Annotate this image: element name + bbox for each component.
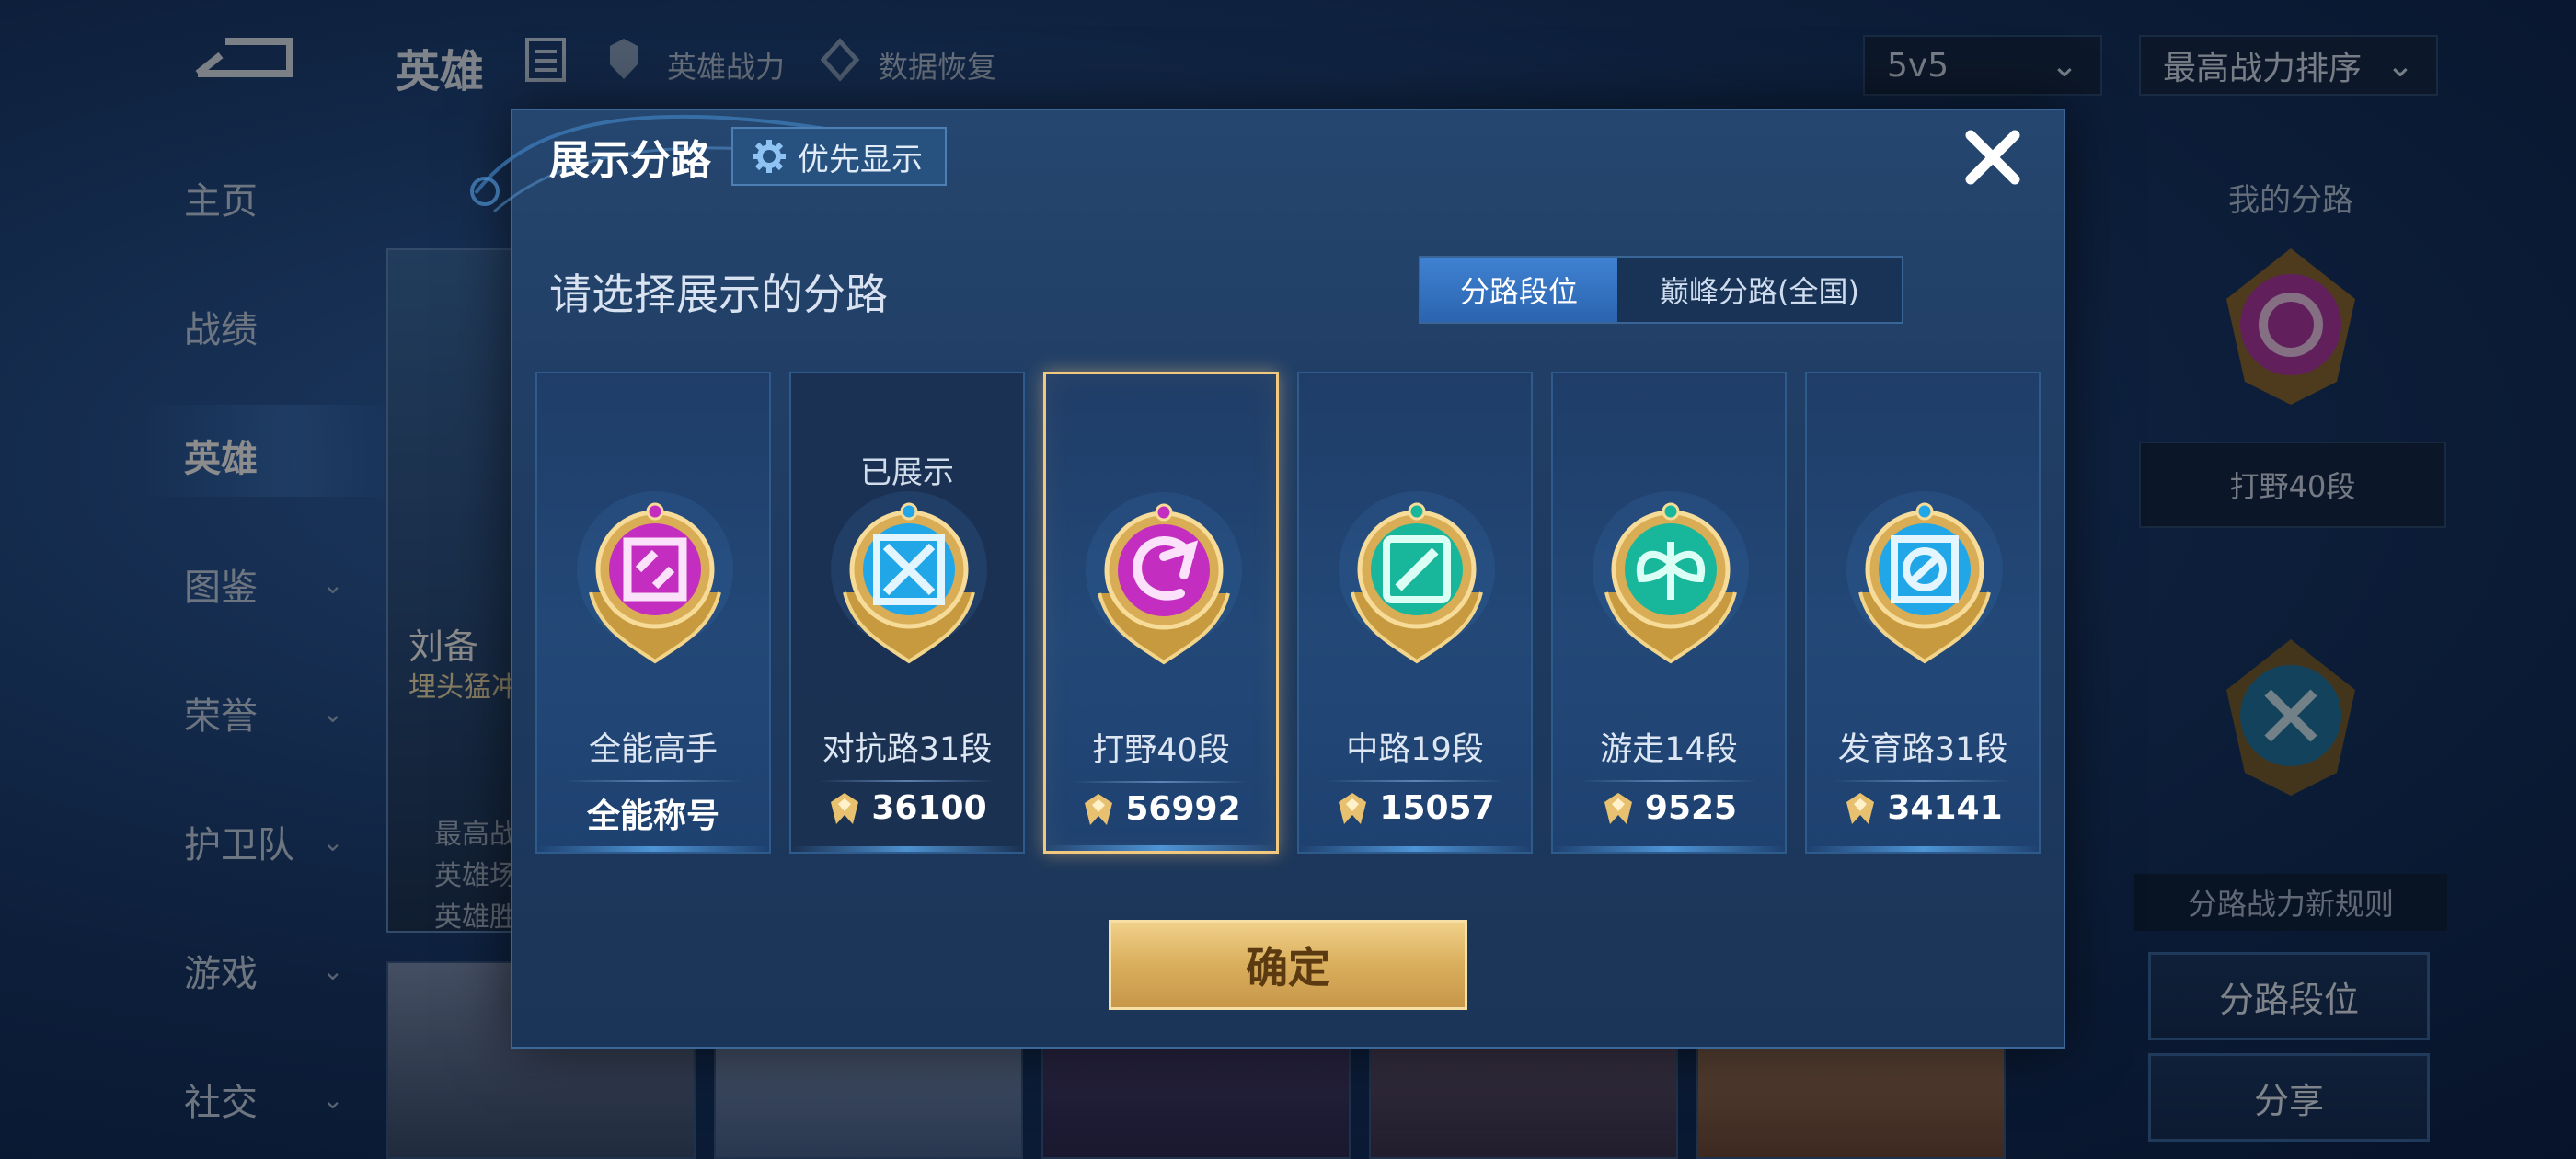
my-lane-field: 打野40段 (2139, 442, 2446, 528)
card-bottom-glow (791, 846, 1023, 852)
priority-display-button[interactable]: 优先显示 (731, 127, 947, 186)
lane-power-value: 36100 (791, 789, 1023, 827)
chevron-down-icon: ⌄ (2050, 46, 2078, 85)
data-restore-link[interactable]: 数据恢复 (879, 44, 996, 86)
close-button[interactable] (1959, 123, 2027, 191)
lane-rule-link[interactable]: 分路战力新规则 (2134, 874, 2447, 931)
lane-rank-button[interactable]: 分路段位 (2148, 952, 2430, 1040)
hero-info-line: 最高战 (434, 819, 517, 851)
farm-lane-badge-icon (1846, 491, 2003, 664)
priority-display-label: 优先显示 (798, 141, 923, 178)
gear-icon (753, 140, 786, 173)
sort-select-value: 最高战力排序 (2163, 50, 2363, 87)
my-lane-title: 我的分路 (2228, 182, 2353, 219)
lane-card[interactable]: 发育路31段 34141 (1805, 372, 2041, 854)
confirm-button[interactable]: 确定 (1109, 920, 1467, 1010)
hero-info-line: 英雄胜 (434, 901, 517, 934)
chevron-down-icon: ⌄ (322, 826, 344, 857)
lane-rank-label: 打野40段 (1092, 732, 1230, 769)
power-icon (1339, 792, 1367, 824)
nav-item-home[interactable]: 主页 (184, 171, 442, 224)
lane-card[interactable]: 游走14段 9525 (1551, 372, 1787, 854)
divider (1834, 780, 2011, 782)
lane-card-list: 全能高手全能称号 已展示对抗路31段 36100 打野40段 56992 中路19段 150… (535, 372, 2044, 854)
lane-power-value: 9525 (1553, 789, 1785, 827)
hero-name: 刘备 (408, 626, 479, 667)
divider (1581, 780, 1757, 782)
sort-select[interactable]: 最高战力排序 ⌄ (2139, 35, 2438, 96)
lane-power-text: 15057 (1379, 789, 1495, 827)
lane-card[interactable]: 打野40段 56992 (1043, 372, 1279, 854)
chevron-down-icon: ⌄ (2386, 46, 2414, 85)
mid-lane-badge-icon (1339, 491, 1495, 664)
lane-mode-toggle: 分路段位 巅峰分路(全国) (1419, 256, 1903, 324)
power-icon (1604, 792, 1632, 824)
lane-power-value: 34141 (1807, 789, 2039, 827)
lane-rank-label: 发育路31段 (1837, 731, 2008, 768)
close-icon (1965, 130, 2020, 185)
lane-power-text: 34141 (1887, 789, 2003, 827)
hero-power-icon (610, 39, 638, 79)
share-button[interactable]: 分享 (2148, 1053, 2430, 1142)
mode-select[interactable]: 5v5 ⌄ (1863, 35, 2102, 96)
shown-label: 已展示 (860, 454, 954, 491)
hero-info-line: 英雄场 (434, 860, 517, 892)
mode-select-value: 5v5 (1887, 46, 1949, 85)
divider (819, 780, 995, 782)
lane-rank-label: 游走14段 (1600, 731, 1738, 768)
lane-power-value: 15057 (1299, 789, 1531, 827)
lane-card[interactable]: 已展示对抗路31段 36100 (789, 372, 1025, 854)
chevron-down-icon: ⌄ (322, 1084, 344, 1115)
card-bottom-glow (1553, 846, 1785, 852)
card-bottom-glow (537, 846, 769, 852)
jungle-lane-badge-icon (1086, 492, 1242, 665)
lane-rank-label: 中路19段 (1346, 731, 1484, 768)
list-icon[interactable] (524, 37, 567, 83)
hero-power-link[interactable]: 英雄战力 (667, 44, 785, 86)
divider (1074, 781, 1248, 783)
dialog-subtitle: 请选择展示的分路 (549, 270, 888, 319)
card-bottom-glow (1046, 845, 1276, 851)
card-bottom-glow (1299, 846, 1531, 852)
jungle-badge-icon (2226, 248, 2355, 405)
card-bottom-glow (1807, 846, 2039, 852)
toggle-peak-lane[interactable]: 巅峰分路(全国) (1617, 258, 1902, 322)
chevron-down-icon: ⌄ (322, 955, 344, 986)
divider (565, 780, 742, 782)
lane-power-value: 56992 (1046, 790, 1276, 828)
chevron-down-icon: ⌄ (322, 697, 344, 729)
lane-power-text: 全能称号 (586, 798, 719, 835)
toggle-lane-rank[interactable]: 分路段位 (1420, 258, 1617, 322)
lane-card[interactable]: 全能高手 全能称号 (535, 372, 771, 854)
lane-power-text: 9525 (1644, 789, 1738, 827)
lane-power-value: 全能称号 (537, 789, 769, 837)
divider (1327, 780, 1503, 782)
hero-subtitle: 埋头猛冲 (408, 671, 519, 704)
power-icon (831, 792, 859, 824)
display-lane-dialog: 展示分路 优先显示 请选择展示的分路 分路段位 巅峰分路(全国) 全能高手全能称… (470, 109, 2065, 1049)
lane-rank-label: 全能高手 (588, 731, 718, 768)
my-lane-panel: 我的分路 打野40段 分路战力新规则 分路段位 分享 (2134, 156, 2447, 1159)
lane-card[interactable]: 中路19段 15057 (1297, 372, 1533, 854)
lane-power-text: 36100 (871, 789, 987, 827)
allround-lane-badge-icon (577, 491, 733, 664)
roam-lane-badge-icon (1593, 491, 1749, 664)
lane-rank-label: 对抗路31段 (822, 731, 993, 768)
chevron-down-icon: ⌄ (322, 568, 344, 600)
back-arrow-icon[interactable] (189, 32, 299, 87)
clash-badge-icon (2226, 639, 2355, 796)
lane-power-text: 56992 (1125, 790, 1241, 828)
clash-lane-badge-icon (831, 491, 987, 664)
power-icon (1846, 792, 1875, 824)
restore-icon (820, 38, 860, 82)
power-icon (1085, 793, 1113, 825)
dialog-title: 展示分路 (549, 137, 711, 184)
